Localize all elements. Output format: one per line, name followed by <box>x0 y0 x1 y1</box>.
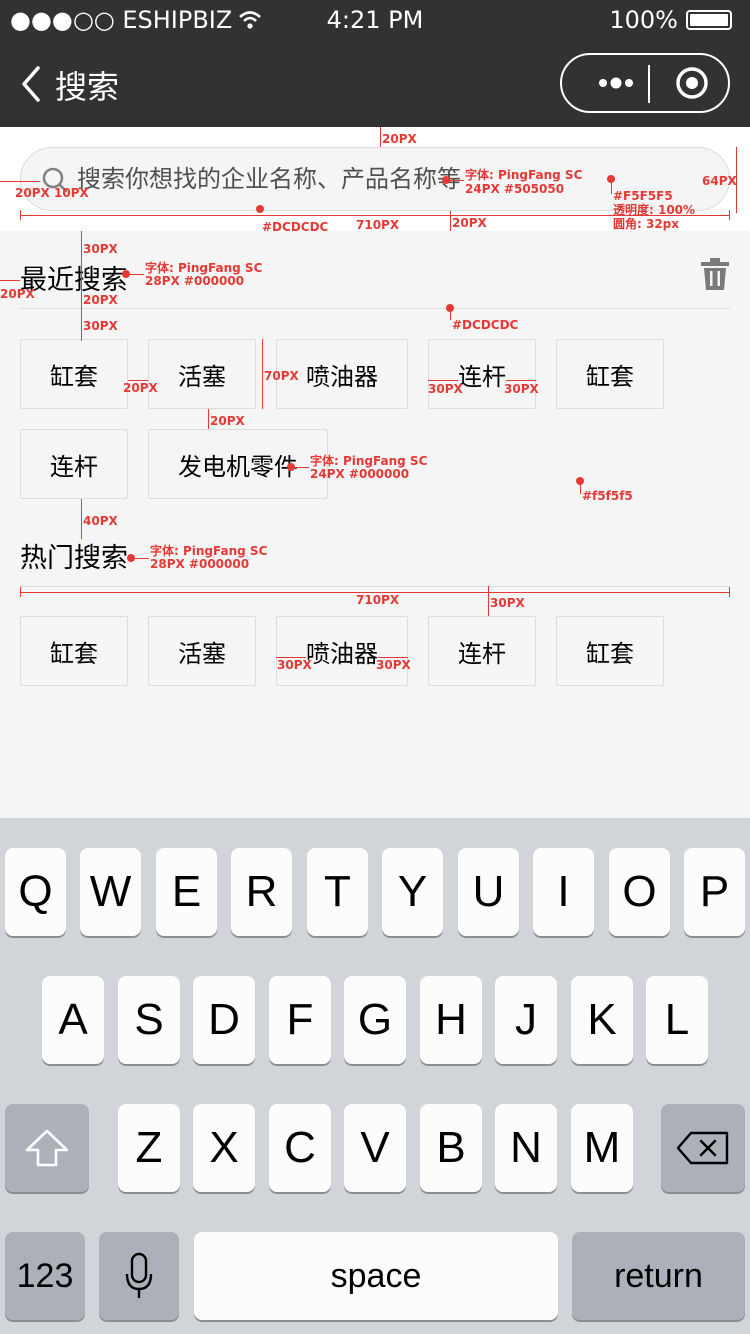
annotation: 710PX <box>356 593 400 607</box>
key-e[interactable]: E <box>156 848 217 936</box>
mini-program-capsule <box>560 53 730 113</box>
key-n[interactable]: N <box>495 1104 557 1192</box>
annotation: 30PX <box>83 319 118 333</box>
key-j[interactable]: J <box>495 976 557 1064</box>
key-t[interactable]: T <box>307 848 368 936</box>
key-h[interactable]: H <box>420 976 482 1064</box>
hot-divider <box>20 586 730 587</box>
key-v[interactable]: V <box>344 1104 406 1192</box>
battery-percent: 100% <box>609 6 678 34</box>
hot-tag[interactable]: 缸套 <box>20 616 128 686</box>
annotation: 20PX <box>0 287 35 301</box>
annotation: 30PX <box>376 658 411 672</box>
key-w[interactable]: W <box>80 848 141 936</box>
annotation: 710PX <box>356 218 400 232</box>
recent-tag[interactable]: 活塞 <box>148 339 256 409</box>
microphone-key[interactable] <box>99 1232 179 1320</box>
key-l[interactable]: L <box>646 976 708 1064</box>
key-m[interactable]: M <box>571 1104 633 1192</box>
annotation: 20PX <box>452 216 487 230</box>
key-f[interactable]: F <box>269 976 331 1064</box>
annotation: #DCDCDC <box>262 220 329 234</box>
key-p[interactable]: P <box>684 848 745 936</box>
trash-icon[interactable] <box>700 258 730 290</box>
annotation: 64PX <box>702 174 737 188</box>
page-title: 搜索 <box>55 68 120 106</box>
key-s[interactable]: S <box>118 976 180 1064</box>
numbers-key[interactable]: 123 <box>5 1232 85 1320</box>
status-bar: ●●●○○ ESHIPBIZ 4:21 PM 100% <box>0 0 750 40</box>
annotation: 20PX <box>382 132 417 146</box>
annotation: 20PX <box>123 381 158 395</box>
annotation: 28PX #000000 <box>145 274 245 288</box>
key-g[interactable]: G <box>344 976 406 1064</box>
microphone-icon <box>125 1252 153 1298</box>
recent-tag[interactable]: 发电机零件 <box>148 429 328 499</box>
key-r[interactable]: R <box>231 848 292 936</box>
annotation: 20PX <box>210 414 245 428</box>
annotation: 10PX <box>54 186 89 200</box>
hot-search-title: 热门搜索 <box>20 543 128 574</box>
annotation: 24PX #505050 <box>465 182 565 196</box>
capsule-divider <box>648 65 650 103</box>
annotation: 30PX <box>277 658 312 672</box>
key-c[interactable]: C <box>269 1104 331 1192</box>
annotation: 20PX <box>83 293 118 307</box>
key-k[interactable]: K <box>571 976 633 1064</box>
hot-tag[interactable]: 喷油器 <box>276 616 408 686</box>
backspace-icon <box>676 1131 729 1165</box>
annotation: 28PX #000000 <box>150 557 250 571</box>
keyboard: Q W E R T Y U I O P A S D F G H J K L Z … <box>0 818 750 1334</box>
hot-tag[interactable]: 缸套 <box>556 616 664 686</box>
annotation: 30PX <box>504 382 539 396</box>
close-target-icon[interactable] <box>664 55 724 111</box>
annotation: 30PX <box>428 382 463 396</box>
key-b[interactable]: B <box>420 1104 482 1192</box>
key-a[interactable]: A <box>42 976 104 1064</box>
backspace-key[interactable] <box>661 1104 745 1192</box>
shift-key[interactable] <box>5 1104 89 1192</box>
back-arrow-icon[interactable] <box>18 62 58 106</box>
shift-icon <box>25 1129 69 1167</box>
annotation: 40PX <box>83 514 118 528</box>
navigation-bar: 搜索 <box>0 40 750 127</box>
recent-tag[interactable]: 缸套 <box>556 339 664 409</box>
annotation: 30PX <box>490 596 525 610</box>
annotation: 20PX <box>15 186 50 200</box>
annotation: 70PX <box>264 369 299 383</box>
recent-divider <box>20 308 730 309</box>
key-o[interactable]: O <box>609 848 670 936</box>
battery-icon <box>686 10 732 30</box>
recent-tag[interactable]: 缸套 <box>20 339 128 409</box>
annotation: 圆角: 32px <box>613 217 680 231</box>
key-y[interactable]: Y <box>382 848 443 936</box>
key-d[interactable]: D <box>193 976 255 1064</box>
annotation: 24PX #000000 <box>310 467 410 481</box>
key-q[interactable]: Q <box>5 848 66 936</box>
recent-tag[interactable]: 连杆 <box>20 429 128 499</box>
key-x[interactable]: X <box>193 1104 255 1192</box>
annotation: #F5F5F5 <box>613 189 673 203</box>
key-u[interactable]: U <box>458 848 519 936</box>
key-z[interactable]: Z <box>118 1104 180 1192</box>
battery-status: 100% <box>609 6 732 34</box>
annotation: 字体: PingFang SC <box>465 168 583 182</box>
space-key[interactable]: space <box>194 1232 558 1320</box>
key-i[interactable]: I <box>533 848 594 936</box>
annotation: #f5f5f5 <box>582 489 633 503</box>
recent-tag[interactable]: 连杆 <box>428 339 536 409</box>
hot-tag[interactable]: 活塞 <box>148 616 256 686</box>
annotation: #DCDCDC <box>452 318 519 332</box>
more-options-icon[interactable] <box>586 55 646 111</box>
annotation: 30PX <box>83 242 118 256</box>
hot-tag[interactable]: 连杆 <box>428 616 536 686</box>
recent-search-title: 最近搜索 <box>20 265 128 296</box>
return-key[interactable]: return <box>572 1232 745 1320</box>
